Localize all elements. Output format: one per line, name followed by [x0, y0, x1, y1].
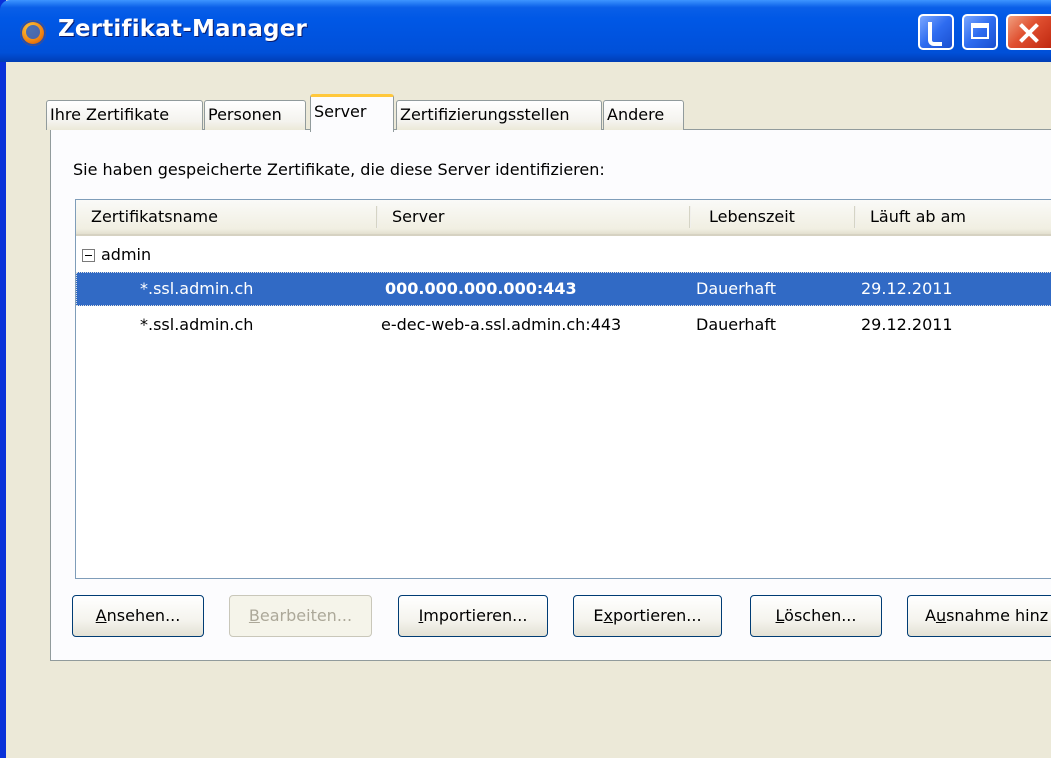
table-row[interactable]: *.ssl.admin.ch 000.000.000.000:443 Dauer…: [76, 272, 1051, 306]
column-header-expires[interactable]: Läuft ab am: [856, 200, 1051, 236]
certificate-tree[interactable]: Zertifikatsname Server Lebenszeit Läuft …: [75, 199, 1051, 579]
firefox-app-icon: [20, 20, 46, 46]
close-button[interactable]: [1006, 14, 1051, 50]
lifetime-cell: Dauerhaft: [696, 279, 776, 298]
column-header-lifetime-label: Lebenszeit: [709, 207, 795, 226]
group-label: admin: [101, 245, 152, 264]
column-header-lifetime[interactable]: Lebenszeit: [691, 200, 856, 236]
tree-group-row[interactable]: admin: [76, 238, 1051, 272]
minimize-button[interactable]: [918, 14, 954, 50]
import-button-label: mportieren...: [423, 606, 528, 625]
column-header-name[interactable]: Zertifikatsname: [76, 200, 378, 236]
view-button-label: nsehen...: [106, 606, 181, 625]
view-button-accel: A: [95, 606, 107, 625]
maximize-button[interactable]: [962, 14, 998, 50]
table-row[interactable]: *.ssl.admin.ch e-dec-web-a.ssl.admin.ch:…: [76, 308, 1051, 342]
certificate-manager-window: Zertifikat-Manager Ihre Zertifikate Pers…: [0, 0, 1051, 758]
edit-button[interactable]: Bearbeiten...: [229, 595, 372, 637]
server-cell: 000.000.000.000:443: [385, 279, 577, 298]
tab-your-certificates[interactable]: Ihre Zertifikate: [46, 100, 203, 130]
delete-button[interactable]: Löschen...: [750, 595, 882, 637]
add-exception-button-accel: u: [935, 606, 947, 625]
column-header-server[interactable]: Server: [378, 200, 691, 236]
import-button[interactable]: Importieren...: [398, 595, 548, 637]
add-exception-button[interactable]: Ausnahme hinz: [907, 595, 1051, 637]
expires-cell: 29.12.2011: [861, 315, 953, 334]
delete-button-label: öschen...: [784, 606, 857, 625]
tab-authorities[interactable]: Zertifizierungsstellen: [396, 100, 602, 130]
cert-name-cell: *.ssl.admin.ch: [140, 315, 254, 334]
delete-button-accel: L: [775, 606, 785, 625]
panel-description: Sie haben gespeicherte Zertifikate, die …: [73, 160, 605, 179]
export-button-accel: x: [603, 606, 613, 625]
view-button[interactable]: Ansehen...: [72, 595, 204, 637]
column-header-expires-label: Läuft ab am: [870, 207, 967, 226]
export-button[interactable]: Exportieren...: [573, 595, 722, 637]
add-exception-button-label: snahme hinz: [946, 606, 1049, 625]
collapse-icon[interactable]: [82, 249, 95, 262]
window-title: Zertifikat-Manager: [58, 16, 308, 42]
server-cell: e-dec-web-a.ssl.admin.ch:443: [381, 315, 622, 334]
expires-cell: 29.12.2011: [861, 279, 953, 298]
column-header-name-label: Zertifikatsname: [91, 207, 218, 226]
tab-people[interactable]: Personen: [204, 100, 306, 130]
export-button-pre: E: [593, 606, 604, 625]
title-bar[interactable]: Zertifikat-Manager: [0, 0, 1051, 62]
edit-button-label: earbeiten...: [259, 606, 353, 625]
lifetime-cell: Dauerhaft: [696, 315, 776, 334]
column-header-server-label: Server: [392, 207, 445, 226]
export-button-label: portieren...: [613, 606, 702, 625]
add-exception-button-pre: A: [925, 606, 936, 625]
tab-server[interactable]: Server: [310, 94, 394, 132]
tab-others[interactable]: Andere: [603, 100, 684, 130]
cert-name-cell: *.ssl.admin.ch: [140, 279, 254, 298]
edit-button-accel: B: [248, 606, 260, 625]
